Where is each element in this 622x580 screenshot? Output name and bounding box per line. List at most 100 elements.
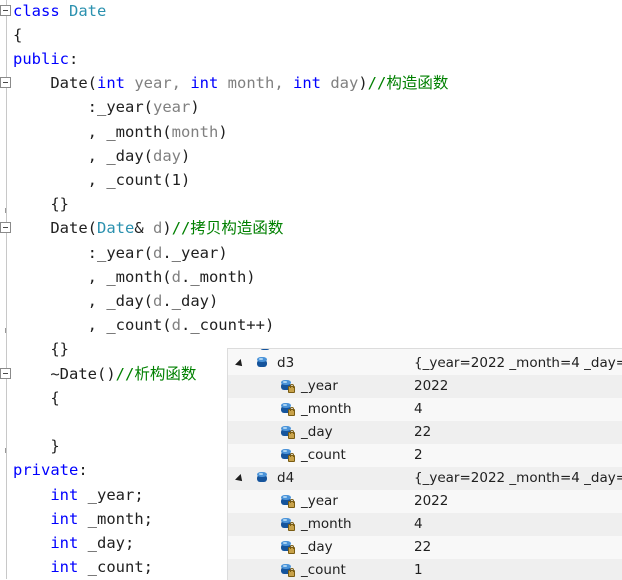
code-token: } (13, 437, 60, 456)
private-field-icon (280, 564, 295, 577)
private-field-icon (280, 495, 295, 508)
watch-row-value: 2022 (414, 493, 449, 509)
private-field-icon (280, 426, 295, 439)
expander-triangle-icon[interactable] (235, 359, 245, 369)
code-line: , _day(d._day) (13, 289, 219, 313)
fold-minus-icon[interactable] (0, 222, 11, 234)
code-token: ._count++) (180, 316, 275, 335)
lock-overlay-icon (288, 545, 295, 554)
code-token: ._year) (162, 243, 228, 262)
code-token: int (50, 558, 79, 577)
lock-overlay-icon (288, 568, 295, 577)
private-field-icon (280, 380, 295, 393)
watch-row[interactable]: _count 2 (228, 444, 622, 467)
watch-row-name: _day (301, 539, 333, 555)
code-line: {} (13, 192, 69, 216)
lock-overlay-icon (288, 384, 295, 393)
code-token: d (152, 243, 163, 262)
private-field-icon (280, 449, 295, 462)
code-token: , _count( (13, 316, 172, 335)
watch-row[interactable]: d4 {_year=2022 _month=4 _day=22 ...} (228, 467, 622, 490)
code-line: , _day(day) (13, 144, 191, 168)
code-token: { (13, 25, 23, 44)
editor-gutter[interactable] (0, 0, 13, 579)
fold-region-end-tick (5, 208, 6, 213)
code-token: int (97, 74, 125, 93)
watch-row-name: _month (301, 516, 352, 532)
watch-row-value: 4 (414, 516, 423, 532)
code-token: Date( (13, 74, 97, 93)
watch-row[interactable]: _month 4 (228, 398, 622, 421)
watch-row[interactable]: _year 2022 (228, 490, 622, 513)
code-line: { (13, 386, 59, 410)
lock-overlay-icon (288, 407, 295, 416)
watch-row[interactable]: _month 4 (228, 513, 622, 536)
watch-row[interactable]: _year 2022 (228, 375, 622, 398)
code-line: Date(int year, int month, int day)//构造函数 (13, 71, 448, 95)
watch-row[interactable]: d3 {_year=2022 _month=4 _day=22 ...} (228, 352, 622, 375)
code-token: _day; (78, 533, 135, 552)
code-token: d (171, 267, 181, 286)
code-token: public (13, 49, 69, 68)
watch-row-value: 2022 (414, 378, 449, 394)
code-token: year, (125, 74, 191, 93)
watch-row-value: 1 (414, 562, 423, 578)
watch-row[interactable]: _day 22 (228, 421, 622, 444)
code-token: day (320, 74, 359, 93)
watch-row-name: _month (301, 401, 352, 417)
code-line: int _count; (13, 555, 153, 579)
code-token: _month; (78, 509, 153, 528)
code-line: , _month(d._month) (13, 265, 256, 289)
code-token: ) (218, 122, 228, 141)
private-field-icon (280, 518, 295, 531)
watch-row[interactable]: _count 1 (228, 559, 622, 580)
code-token: d (171, 316, 181, 335)
private-field-icon (280, 541, 295, 554)
code-line: {} (13, 337, 69, 361)
code-token: , _month( (13, 267, 172, 286)
fold-minus-icon[interactable] (0, 4, 11, 16)
code-token: :_year( (13, 98, 153, 117)
code-token: class (13, 1, 69, 20)
fold-minus-icon[interactable] (0, 77, 11, 89)
code-line: , _month(month) (13, 120, 228, 144)
code-token: int (190, 74, 219, 93)
code-line: , _count(1) (13, 168, 191, 192)
code-token: ) (190, 98, 200, 117)
code-token: ._day) (162, 291, 219, 310)
fold-minus-icon[interactable] (0, 367, 11, 379)
code-token: ) (358, 74, 368, 93)
watch-row-name: d4 (277, 470, 295, 486)
watch-row[interactable]: _day 22 (228, 536, 622, 559)
code-token: int (292, 74, 321, 93)
code-line: { (13, 23, 22, 47)
fold-region-end-tick (5, 448, 6, 453)
code-token: : (78, 461, 88, 480)
code-token: //拷贝构造函数 (171, 219, 284, 238)
expander-triangle-icon[interactable] (235, 474, 245, 484)
code-token: ~Date() (13, 364, 116, 383)
watch-row-value: 22 (414, 424, 432, 440)
lock-overlay-icon (288, 453, 295, 462)
code-token: private (13, 461, 79, 480)
code-line: } (13, 434, 60, 458)
code-token: month, (218, 74, 293, 93)
code-line: :_year(d._year) (13, 241, 228, 265)
code-line: public: (13, 47, 78, 71)
code-token: ) (162, 219, 172, 238)
code-token: , _day( (13, 291, 153, 310)
watch-row-name: _year (301, 378, 338, 394)
code-token: Date (97, 219, 135, 238)
lock-overlay-icon (288, 522, 295, 531)
locals-watch-panel[interactable]: d3 {_year=2022 _month=4 _day=22 ...} _year… (227, 348, 622, 580)
code-token: int (50, 485, 79, 504)
code-token: d (152, 291, 163, 310)
lock-overlay-icon (288, 430, 295, 439)
watch-row-name: _day (301, 424, 333, 440)
object-cube-icon (256, 472, 271, 485)
watch-row-value: 2 (414, 447, 423, 463)
watch-row-value: 22 (414, 539, 432, 555)
code-line: int _day; (13, 531, 134, 555)
